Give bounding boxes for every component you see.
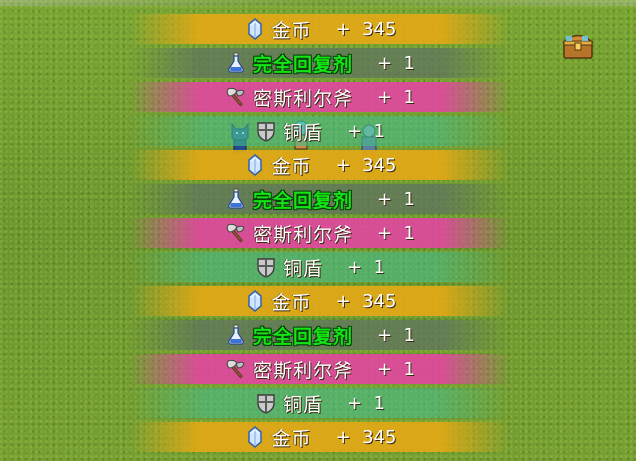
- axe-icon: [225, 86, 247, 108]
- loot-row-content: 完全回复剂 + 1: [225, 50, 415, 77]
- loot-row-gold: 金币 + 345: [130, 150, 510, 180]
- loot-row-content: 金币 + 345: [244, 424, 397, 451]
- loot-item-quantity: + 1: [377, 358, 415, 380]
- loot-row-potion: 完全回复剂 + 1: [130, 320, 510, 350]
- loot-row-content: 铜盾 + 1: [255, 254, 385, 281]
- crystal-icon: [244, 18, 266, 40]
- potion-icon: [225, 188, 247, 210]
- loot-item-quantity: + 1: [377, 52, 415, 74]
- loot-item-name: 铜盾: [283, 257, 324, 280]
- loot-row-content: 金币 + 345: [244, 288, 397, 315]
- loot-item-name: 铜盾: [283, 121, 324, 144]
- loot-item-name: 金币: [271, 155, 312, 178]
- loot-item-quantity: + 1: [377, 324, 415, 346]
- axe-icon: [225, 222, 247, 244]
- loot-item-name: 完全回复剂: [253, 189, 354, 212]
- loot-row-content: 铜盾 + 1: [255, 118, 385, 145]
- top-edge-strip: [0, 0, 636, 6]
- loot-item-quantity: + 1: [347, 120, 385, 142]
- loot-item-name: 密斯利尔斧: [253, 223, 354, 246]
- loot-row-shield: 铜盾 + 1: [130, 252, 510, 282]
- loot-item-quantity: + 345: [335, 426, 397, 448]
- loot-row-shield: 铜盾 + 1: [130, 388, 510, 418]
- loot-row-gold: 金币 + 345: [130, 286, 510, 316]
- loot-item-quantity: + 1: [377, 222, 415, 244]
- potion-icon: [225, 52, 247, 74]
- loot-row-content: 铜盾 + 1: [255, 390, 385, 417]
- treasure-chest-icon[interactable]: [561, 28, 595, 62]
- loot-row-content: 金币 + 345: [244, 16, 397, 43]
- loot-row-axe: 密斯利尔斧 + 1: [130, 82, 510, 112]
- loot-item-quantity: + 1: [347, 256, 385, 278]
- loot-item-name: 完全回复剂: [253, 325, 354, 348]
- loot-row-axe: 密斯利尔斧 + 1: [130, 218, 510, 248]
- loot-item-name: 金币: [271, 19, 312, 42]
- loot-item-quantity: + 345: [335, 18, 397, 40]
- loot-row-potion: 完全回复剂 + 1: [130, 48, 510, 78]
- loot-item-quantity: + 1: [377, 188, 415, 210]
- potion-icon: [225, 324, 247, 346]
- loot-row-content: 金币 + 345: [244, 152, 397, 179]
- loot-row-content: 密斯利尔斧 + 1: [225, 356, 415, 383]
- crystal-icon: [244, 426, 266, 448]
- shield-icon: [255, 392, 277, 414]
- shield-icon: [255, 256, 277, 278]
- loot-row-content: 密斯利尔斧 + 1: [225, 220, 415, 247]
- loot-row-axe: 密斯利尔斧 + 1: [130, 354, 510, 384]
- loot-item-quantity: + 345: [335, 154, 397, 176]
- crystal-icon: [244, 154, 266, 176]
- crystal-icon: [244, 290, 266, 312]
- loot-item-quantity: + 345: [335, 290, 397, 312]
- loot-item-quantity: + 1: [347, 392, 385, 414]
- loot-item-name: 金币: [271, 291, 312, 314]
- loot-item-name: 密斯利尔斧: [253, 87, 354, 110]
- axe-icon: [225, 358, 247, 380]
- loot-row-gold: 金币 + 345: [130, 14, 510, 44]
- loot-row-potion: 完全回复剂 + 1: [130, 184, 510, 214]
- loot-item-name: 密斯利尔斧: [253, 359, 354, 382]
- loot-row-content: 完全回复剂 + 1: [225, 186, 415, 213]
- loot-row-content: 密斯利尔斧 + 1: [225, 84, 415, 111]
- loot-row-gold: 金币 + 345: [130, 422, 510, 452]
- loot-item-quantity: + 1: [377, 86, 415, 108]
- loot-item-name: 铜盾: [283, 393, 324, 416]
- loot-row-content: 完全回复剂 + 1: [225, 322, 415, 349]
- loot-item-name: 完全回复剂: [253, 53, 354, 76]
- loot-item-name: 金币: [271, 427, 312, 450]
- loot-row-shield: 铜盾 + 1: [130, 116, 510, 146]
- shield-icon: [255, 120, 277, 142]
